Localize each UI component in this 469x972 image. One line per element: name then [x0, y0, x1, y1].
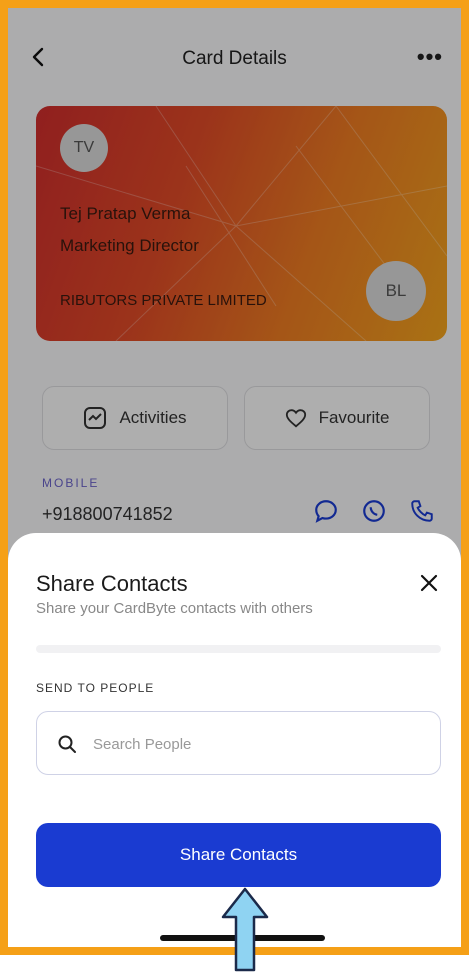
sheet-title: Share Contacts: [36, 571, 188, 596]
share-contacts-sheet: Share Contacts Share your CardByte conta…: [8, 533, 461, 947]
close-icon[interactable]: [419, 573, 439, 593]
send-to-people-label: SEND TO PEOPLE: [36, 681, 155, 695]
search-icon: [58, 735, 76, 753]
up-arrow-icon: [221, 887, 269, 972]
sheet-divider: [36, 645, 441, 653]
search-input[interactable]: [91, 712, 430, 776]
share-contacts-button[interactable]: Share Contacts: [36, 823, 441, 887]
search-people-field[interactable]: [36, 711, 441, 776]
screen-frame: Card Details ••• TV Tej Pratap Verma Mar…: [0, 0, 469, 955]
sheet-subtitle: Share your CardByte contacts with others: [36, 600, 313, 617]
